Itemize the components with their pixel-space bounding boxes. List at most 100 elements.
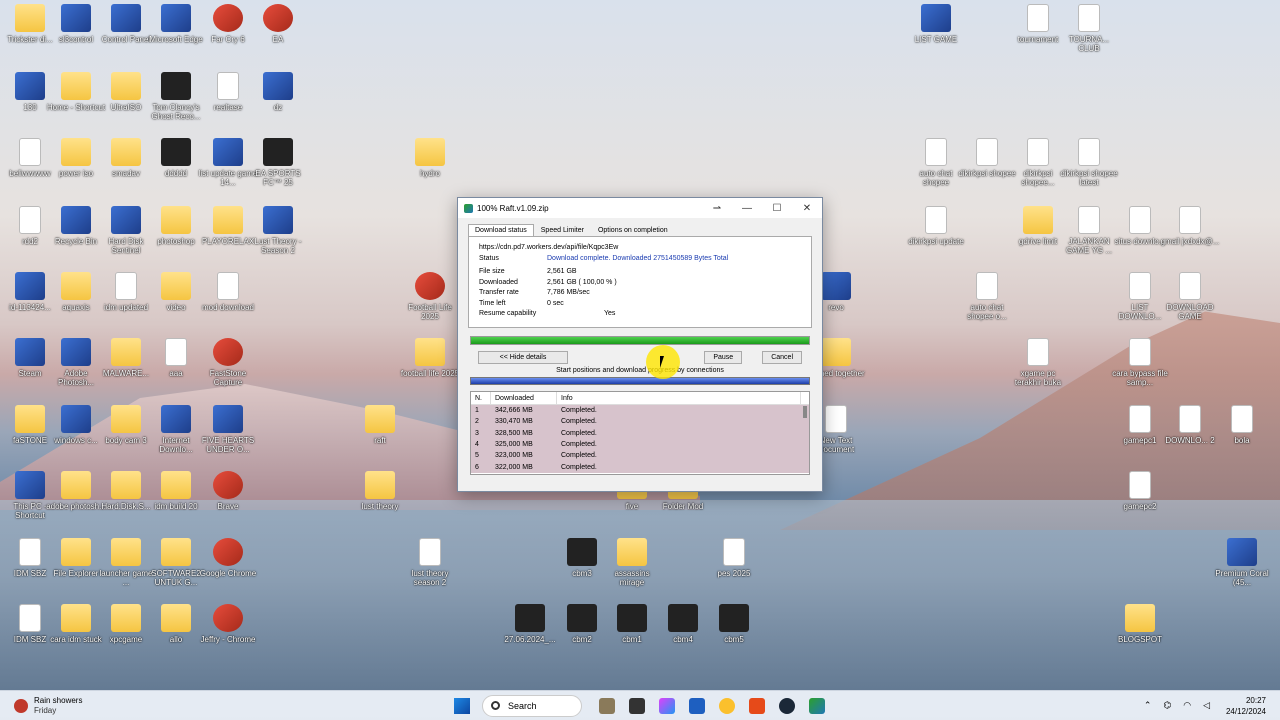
hide-details-button[interactable]: << Hide details — [478, 351, 568, 364]
desktop-icon[interactable]: Internet Downlo... — [146, 405, 206, 454]
taskbar-brave-icon[interactable] — [749, 697, 765, 714]
desktop-icon[interactable]: FastStone Capture — [198, 338, 258, 387]
table-scrollbar[interactable] — [803, 406, 807, 418]
taskbar-search[interactable]: Search — [482, 694, 582, 717]
desktop-icon[interactable]: DOWNLOAD GAME — [1160, 272, 1220, 321]
taskbar-idm-icon[interactable] — [809, 697, 825, 714]
desktop-icon-label: EA SPORTS FC™ 25 — [255, 169, 301, 187]
tab-download-status[interactable]: Download status — [468, 224, 534, 236]
tab-speed-limiter[interactable]: Speed Limiter — [534, 224, 591, 236]
desktop-icon[interactable]: BLOGSPOT — [1110, 604, 1170, 644]
network-icon[interactable]: ⌬ — [1163, 700, 1171, 711]
desktop-icon[interactable]: hydro — [400, 138, 460, 178]
desktop-icon-label: Jeffry - Chrome — [200, 635, 256, 644]
desktop-icon[interactable]: ddddd — [146, 138, 206, 178]
pause-button[interactable]: Pause — [704, 351, 743, 364]
desktop-icon[interactable]: dikirkpsi shopee latest — [1059, 138, 1119, 187]
folder-icon — [415, 338, 445, 366]
close-button[interactable]: ✕ — [792, 203, 822, 214]
taskbar-copilot-icon[interactable] — [659, 697, 675, 714]
taskbar-widgets-icon[interactable] — [599, 697, 615, 714]
desktop-icon[interactable]: gamepc2 — [1110, 471, 1170, 511]
desktop-icon[interactable]: SOFTWARE2 UNTUK G... — [146, 538, 206, 587]
desktop-icon[interactable]: Google Chrome — [198, 538, 258, 578]
red-icon — [213, 604, 243, 632]
folder-icon — [15, 4, 45, 32]
wifi-icon[interactable]: ◠ — [1183, 700, 1191, 711]
desktop-icon[interactable]: bola — [1212, 405, 1272, 445]
desktop-icon[interactable]: Premium Coral (45... — [1212, 538, 1272, 587]
desktop-icon[interactable]: cara bypass file samp... — [1110, 338, 1170, 387]
desktop-icon[interactable]: cbm5 — [704, 604, 764, 644]
desktop-icon[interactable]: 27.06.2024_... — [500, 604, 560, 644]
column-header-downloaded[interactable]: Downloaded — [491, 392, 557, 404]
chevron-up-icon[interactable]: ⌃ — [1144, 700, 1152, 711]
desktop-icon-label: raft — [374, 436, 386, 445]
desktop-icon[interactable]: Tom Clancy's Ghost Reco... — [146, 72, 206, 121]
desktop-icon[interactable]: lust theory — [350, 471, 410, 511]
download-progress-fill — [471, 337, 809, 344]
taskbar-store-icon[interactable] — [689, 697, 705, 714]
desktop-icon[interactable]: FIVE HEARTS UNDER O... — [198, 405, 258, 454]
desktop-icon[interactable]: aaa — [146, 338, 206, 378]
table-row[interactable]: 6 322,000 MB Completed. — [471, 461, 809, 472]
red-icon — [213, 4, 243, 32]
clock[interactable]: 20:27 24/12/2024 — [1226, 695, 1266, 717]
desktop-icon-label: assassins mirage — [614, 569, 650, 587]
desktop-icon[interactable]: lust theory season 2 — [400, 538, 460, 587]
desktop-icon[interactable]: allo — [146, 604, 206, 644]
cancel-button[interactable]: Cancel — [762, 351, 802, 364]
desktop-icon[interactable]: Microsoft Edge — [146, 4, 206, 44]
table-row[interactable]: 5 323,000 MB Completed. — [471, 450, 809, 461]
desktop-icon[interactable]: dz — [248, 72, 308, 112]
row-downloaded: 323,000 MB — [495, 452, 533, 460]
column-header-info[interactable]: Info — [557, 392, 801, 404]
desktop-icon[interactable]: football life 2025 — [400, 338, 460, 378]
time-left-value: 0 sec — [547, 299, 564, 307]
weather-day: Friday — [34, 705, 57, 715]
desktop-icon[interactable]: Brave — [198, 471, 258, 511]
desktop-icon[interactable]: Lust Theory - Season 2 — [248, 206, 308, 255]
desktop-icon[interactable]: idm build 20 — [146, 471, 206, 511]
dark-icon — [719, 604, 749, 632]
windows-start-icon[interactable] — [454, 697, 470, 714]
file-size-label: File size — [479, 268, 505, 276]
app-icon — [263, 206, 293, 234]
minimize-button[interactable]: — — [732, 203, 762, 214]
desktop-icon[interactable]: EA — [248, 4, 308, 44]
row-downloaded: 325,000 MB — [495, 441, 533, 449]
table-row[interactable]: 2 330,470 MB Completed. — [471, 416, 809, 427]
table-row[interactable]: 3 328,500 MB Completed. — [471, 428, 809, 439]
desktop-icon[interactable]: mod download — [198, 272, 258, 312]
table-row[interactable]: 4 325,000 MB Completed. — [471, 439, 809, 450]
desktop-icon[interactable]: dikirkpsi update — [906, 206, 966, 246]
dialog-titlebar[interactable]: 100% Raft.v1.09.zip ⇀ — ☐ ✕ — [458, 198, 822, 218]
taskbar-chrome-icon[interactable] — [719, 697, 735, 714]
weather-widget[interactable]: Rain showers Friday — [14, 696, 454, 716]
table-row[interactable]: 1 342,666 MB Completed. — [471, 405, 809, 416]
desktop-icon[interactable]: xgame pc terakhir buka — [1008, 338, 1068, 387]
volume-icon[interactable]: ◁ — [1203, 700, 1210, 711]
desktop-icon[interactable]: video — [146, 272, 206, 312]
folder-icon — [61, 471, 91, 499]
desktop-icon[interactable]: pes 2025 — [704, 538, 764, 578]
desktop-icon-label: TOURNA... CLUB — [1068, 35, 1110, 53]
desktop-icon[interactable]: photoshop — [146, 206, 206, 246]
desktop-icon[interactable]: EA SPORTS FC™ 25 — [248, 138, 308, 187]
desktop-icon[interactable]: TOURNA... CLUB — [1059, 4, 1119, 53]
desktop-icon[interactable]: Jeffry - Chrome — [198, 604, 258, 644]
desktop-icon[interactable]: gmail jxdxdx@... — [1160, 206, 1220, 246]
file-icon — [1129, 206, 1151, 234]
file-icon — [1078, 4, 1100, 32]
desktop-icon[interactable]: DOWNLO... 2 — [1160, 405, 1220, 445]
desktop-icon[interactable]: LIST GAME — [906, 4, 966, 44]
desktop-icon[interactable]: assassins mirage — [602, 538, 662, 587]
column-header-number[interactable]: N. — [471, 392, 491, 404]
desktop-icon[interactable]: raft — [350, 405, 410, 445]
desktop-icon[interactable]: Football Life 2025 — [400, 272, 460, 321]
tab-options-on-completion[interactable]: Options on completion — [591, 224, 675, 236]
taskbar-task-view-icon[interactable] — [629, 697, 645, 714]
taskbar-steam-icon[interactable] — [779, 697, 795, 714]
desktop-icon[interactable]: auto chat shopee o... — [957, 272, 1017, 321]
maximize-button[interactable]: ☐ — [762, 203, 792, 214]
